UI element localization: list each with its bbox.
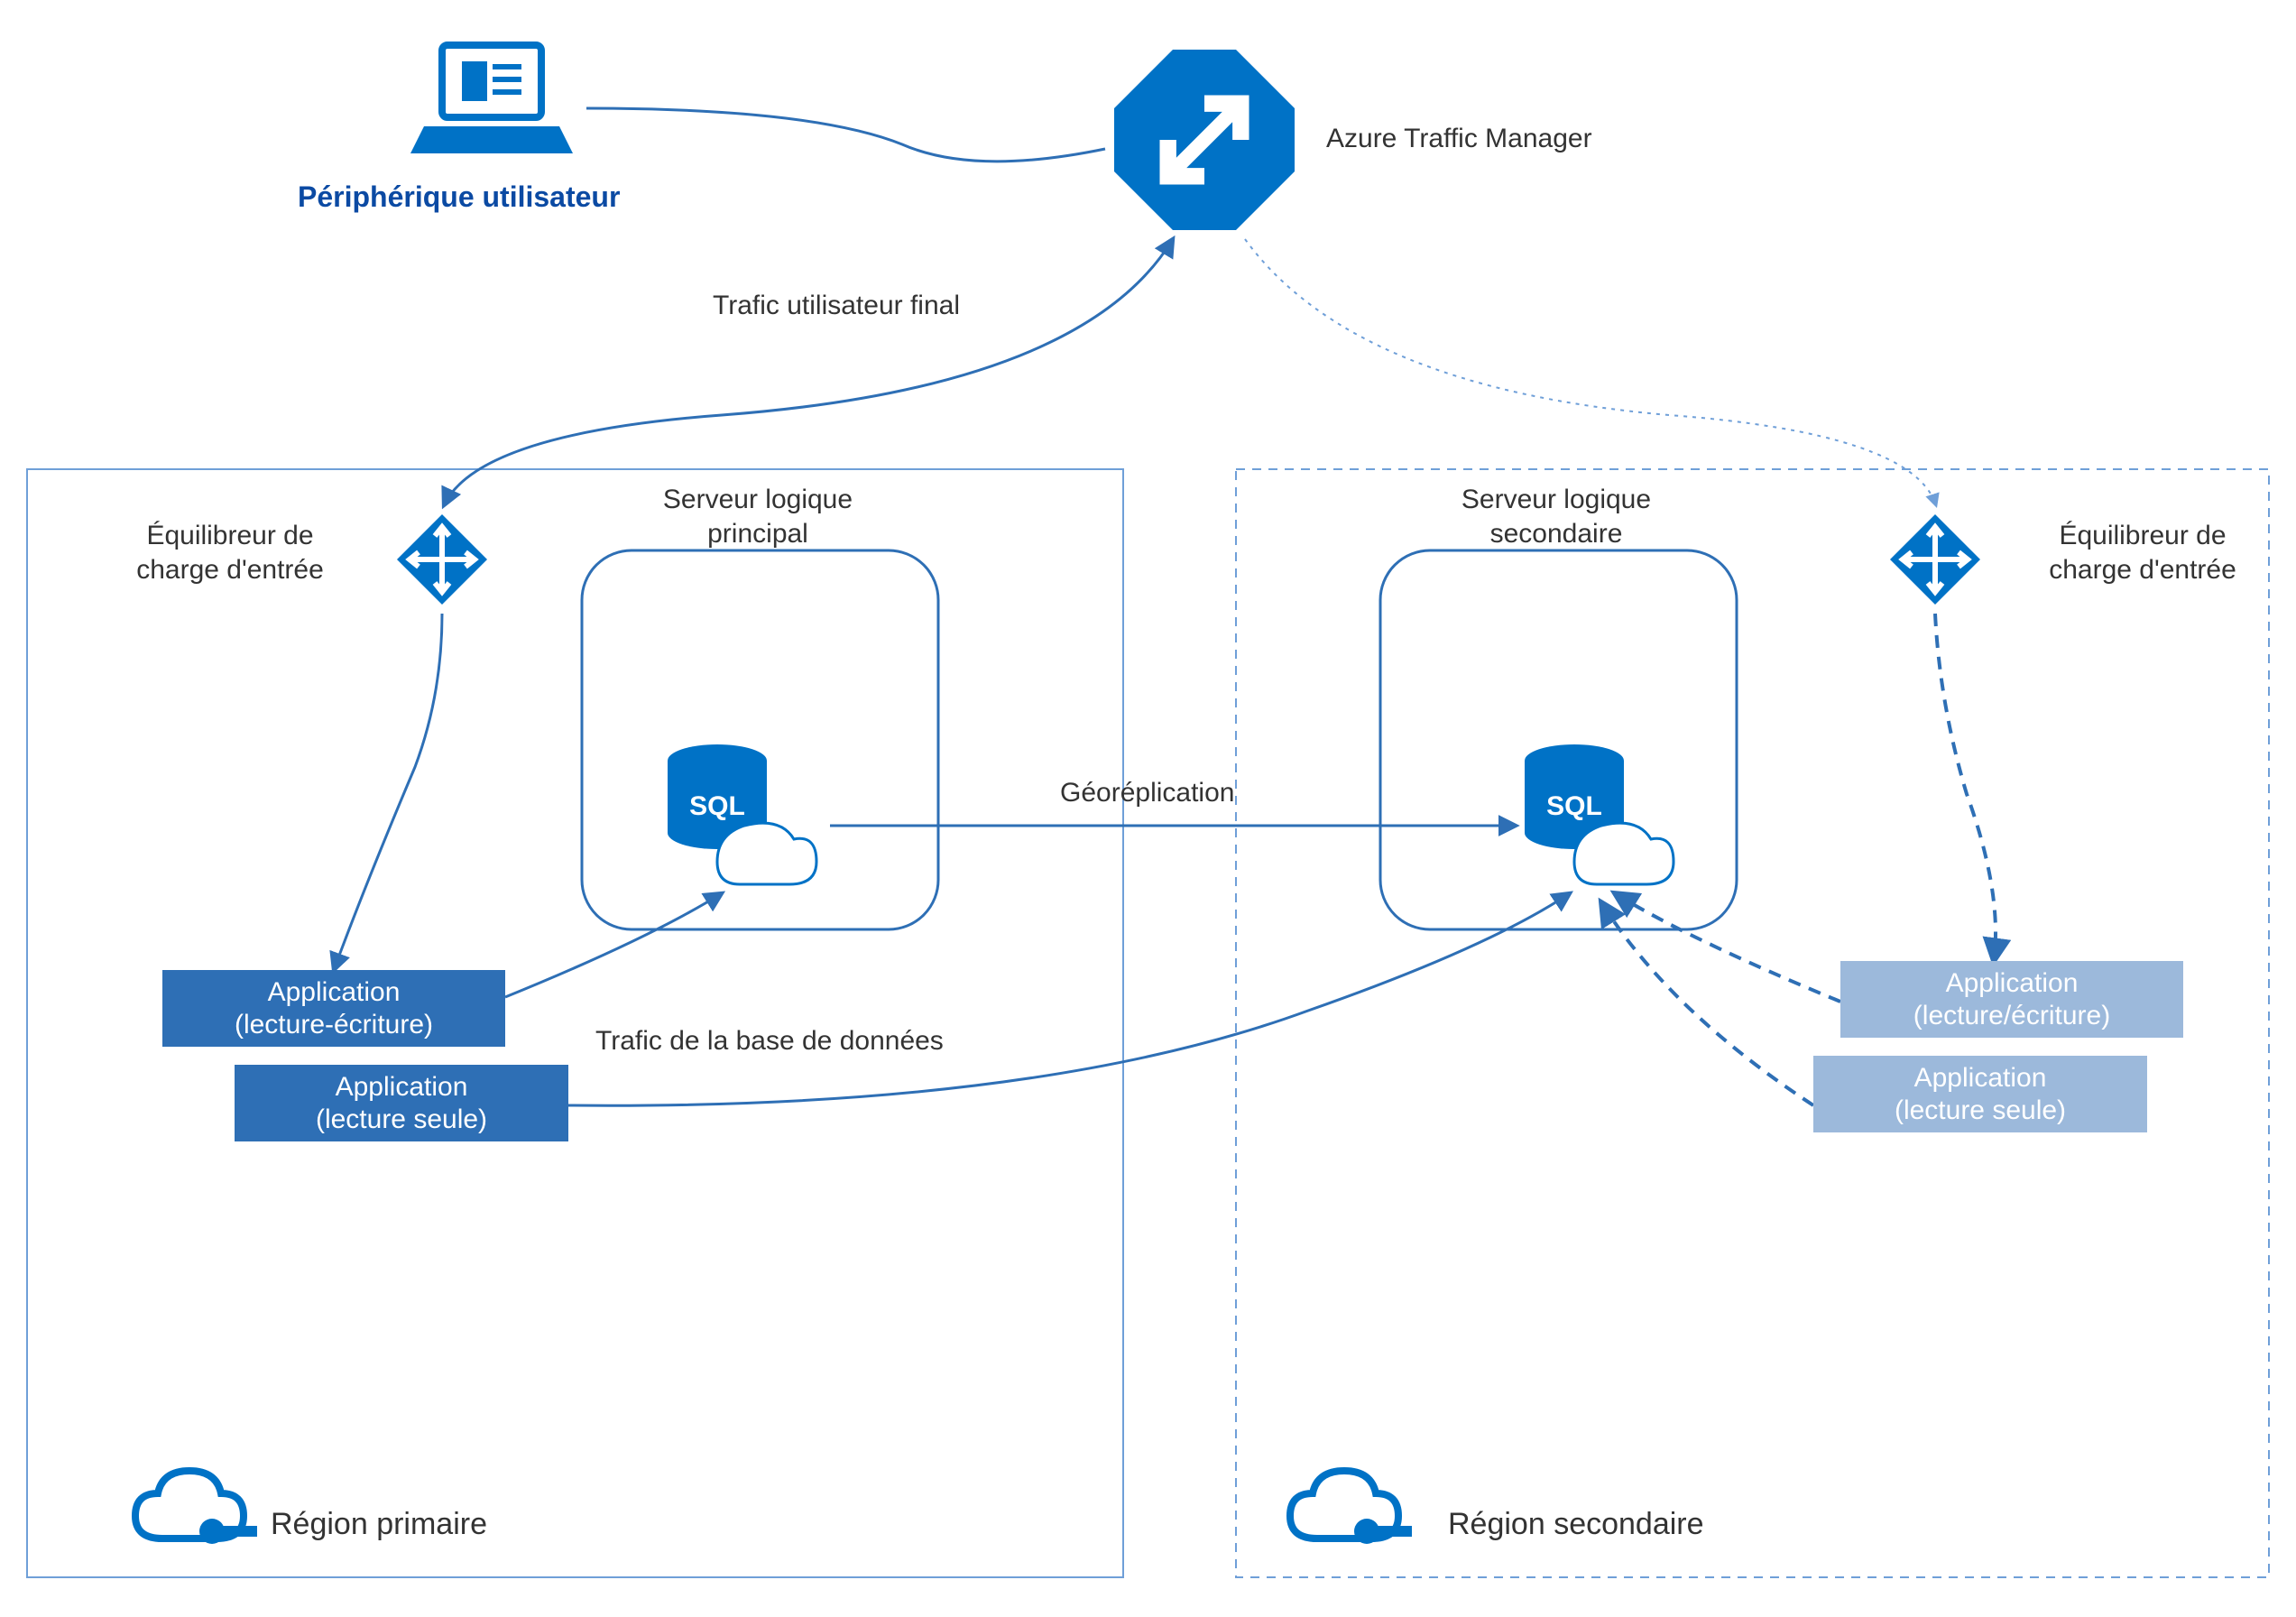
secondary-app-ro: Application (lecture seule): [1813, 1056, 2147, 1132]
conn-primary-apprw-to-sql: [505, 893, 722, 997]
primary-server-label: Serveur logique principal: [613, 483, 902, 550]
primary-server-box: [582, 550, 938, 929]
primary-app-ro: Application (lecture seule): [235, 1065, 568, 1141]
db-traffic-label: Trafic de la base de données: [595, 1024, 944, 1058]
svg-text:SQL: SQL: [689, 791, 745, 821]
traffic-manager-label: Azure Traffic Manager: [1326, 122, 1592, 156]
primary-app-rw: Application (lecture-écriture): [162, 970, 505, 1047]
conn-primary-lb-to-app: [334, 614, 442, 970]
primary-load-balancer-icon: [397, 514, 487, 605]
conn-device-to-tm: [586, 108, 1105, 162]
secondary-region-label: Région secondaire: [1448, 1505, 1704, 1544]
end-user-traffic-label: Trafic utilisateur final: [713, 289, 960, 323]
secondary-region-cloud-icon: [1290, 1471, 1412, 1544]
conn-secondary-appro-to-sql: [1601, 902, 1813, 1105]
primary-lb-label: Équilibreur de charge d'entrée: [86, 519, 374, 587]
user-device-icon: [410, 45, 573, 153]
secondary-sql-icon: SQL: [1525, 744, 1674, 884]
traffic-manager-icon: [1114, 50, 1295, 230]
diagram-canvas: SQL SQL Périphérique utilisateur Azure T…: [0, 0, 2296, 1617]
geo-replication-label: Géoréplication: [1060, 776, 1234, 810]
secondary-server-label: Serveur logique secondaire: [1412, 483, 1701, 550]
conn-tm-to-primary-lb: [444, 239, 1173, 505]
primary-region-cloud-icon: [135, 1471, 257, 1544]
primary-region-label: Région primaire: [271, 1505, 487, 1544]
conn-secondary-apprw-to-sql: [1615, 893, 1840, 1002]
secondary-load-balancer-icon: [1890, 514, 1980, 605]
secondary-server-box: [1380, 550, 1737, 929]
conn-primary-appro-to-secondary-sql: [568, 893, 1570, 1105]
conn-secondary-lb-to-app: [1935, 614, 1996, 961]
svg-text:SQL: SQL: [1546, 791, 1602, 821]
primary-sql-icon: SQL: [668, 744, 816, 884]
conn-tm-to-secondary-lb: [1245, 239, 1936, 505]
user-device-label: Périphérique utilisateur: [298, 179, 620, 215]
secondary-lb-label: Équilibreur de charge d'entrée: [2003, 519, 2282, 587]
secondary-app-rw: Application (lecture/écriture): [1840, 961, 2183, 1038]
